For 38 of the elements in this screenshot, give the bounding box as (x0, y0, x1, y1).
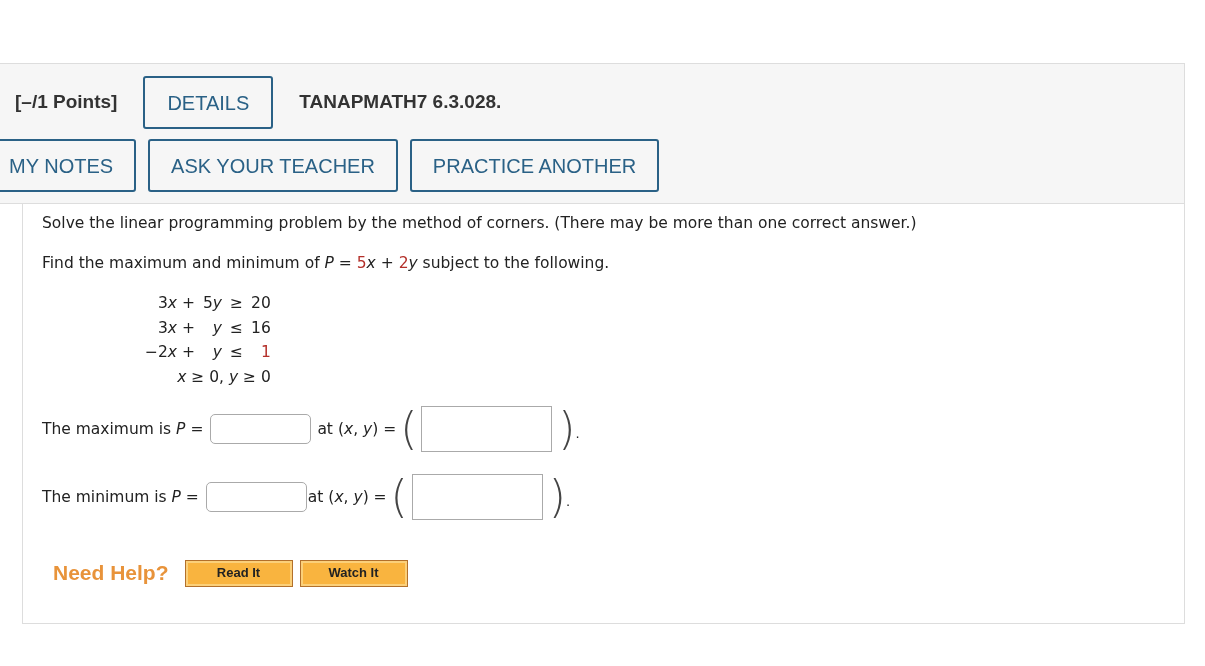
answer-label: The minimum is P = (42, 486, 199, 508)
ask-teacher-button[interactable]: ASK YOUR TEACHER (148, 139, 398, 192)
constraint-term: 3x + (157, 293, 195, 315)
points-label: [–/1 Points] (15, 90, 118, 115)
constraint-term: ≤ (230, 342, 244, 364)
constraint-term: 5y (202, 293, 223, 315)
point-label: at (x, y) = (317, 418, 397, 440)
problem-id: TANAPMATH7 6.3.028. (299, 90, 502, 115)
need-help-label: Need Help? (53, 560, 169, 587)
notes-button[interactable]: MY NOTES (0, 139, 137, 192)
open-paren: ( (400, 407, 418, 452)
constraint-term: 1 (259, 342, 271, 364)
constraint-term: y (211, 342, 223, 364)
period: . (565, 492, 571, 511)
answer-label: The maximum is P = (42, 418, 204, 440)
practice-button[interactable]: PRACTICE ANOTHER (409, 139, 660, 192)
constraint-term: y (211, 317, 223, 339)
constraint-term: 3x + (157, 317, 195, 339)
constraint-term: 16 (251, 317, 271, 339)
constraint-term: ≥ (230, 293, 244, 315)
instruction-text: Solve the linear programming problem by the method of corners. (There may be more than one correct answer.) (42, 213, 918, 234)
value-field[interactable] (210, 414, 312, 445)
open-paren: ( (390, 475, 408, 520)
constraint-term: x ≥ 0, y ≥ 0 (176, 366, 271, 388)
constraint-term: ≤ (230, 317, 244, 339)
read-button[interactable]: Read It (184, 559, 293, 587)
point-label: at (x, y) = (307, 486, 387, 508)
objective-text: Find the maximum and minimum of P = 5x + 2y subject to the following. (42, 253, 611, 274)
period: . (575, 424, 580, 443)
constraint-term: 20 (251, 293, 271, 315)
details-button[interactable]: DETAILS (143, 76, 274, 129)
close-paren: ) (548, 475, 566, 520)
watch-button[interactable]: Watch It (299, 559, 408, 587)
close-paren: ) (558, 407, 576, 452)
point-field[interactable] (411, 474, 543, 521)
point-field[interactable] (421, 406, 553, 453)
value-field[interactable] (205, 482, 307, 513)
constraint-term: −2x + (145, 342, 195, 364)
